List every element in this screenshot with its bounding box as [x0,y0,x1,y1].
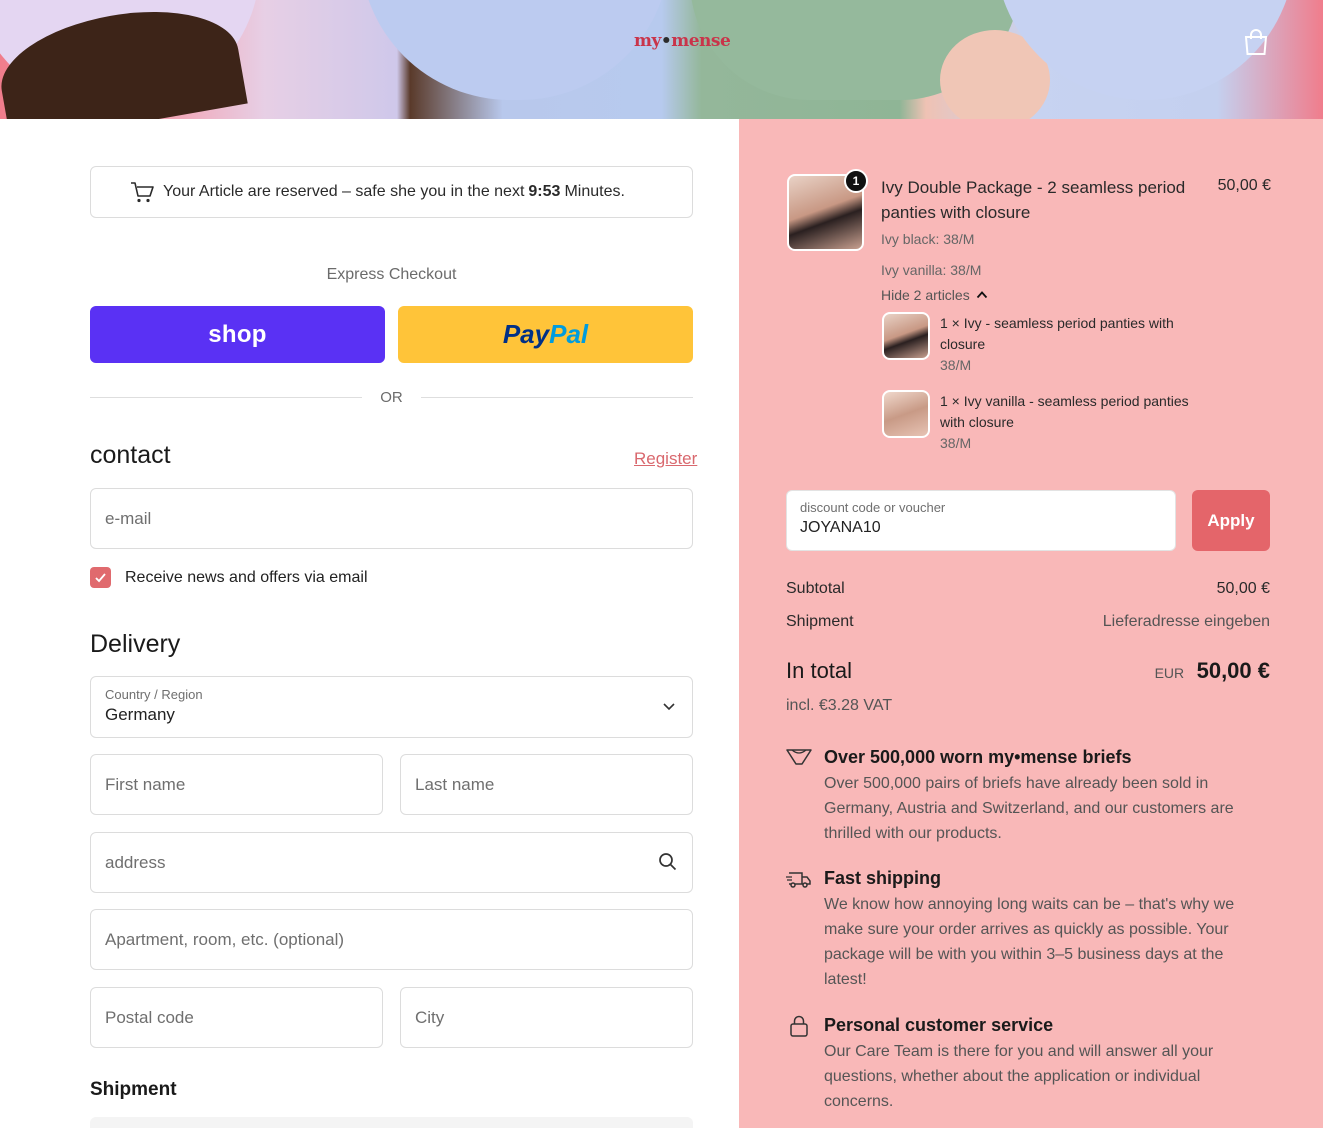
apartment-input[interactable] [91,910,692,969]
feature-text: We know how annoying long waits can be –… [824,896,1235,988]
sub-item-title: 1 × Ivy vanilla - seamless period pantie… [940,393,1189,430]
shipment-title: Shipment [90,1079,177,1100]
reservation-time: 9:53 [528,183,561,200]
hide-articles-toggle[interactable]: Hide 2 articles [881,287,988,303]
apply-button[interactable]: Apply [1192,490,1270,551]
header-banner: my•mense [0,0,1323,119]
feature-title: Over 500,000 worn my•mense briefs [824,747,1132,767]
feature-item: Personal customer service Our Care Team … [786,1015,1270,1114]
search-icon[interactable] [658,852,678,872]
sub-item-thumbnail [882,312,930,360]
subtotal-label: Subtotal [786,580,845,597]
vat-note: incl. €3.28 VAT [786,697,893,714]
feature-title: Personal customer service [824,1015,1054,1035]
newsletter-checkbox[interactable] [90,567,111,588]
email-input[interactable] [91,489,692,548]
feature-text: Over 500,000 pairs of briefs have alread… [824,775,1234,842]
or-label: OR [380,388,403,406]
sub-item: 1 × Ivy vanilla - seamless period pantie… [940,391,1210,454]
city-field[interactable] [400,987,693,1048]
country-label: Country / Region [105,687,203,702]
total-row: In total EUR 50,00 € [786,658,1270,684]
feature-item: Fast shipping We know how annoying long … [786,868,1270,992]
or-divider: OR [90,387,693,407]
shipment-value: Lieferadresse eingeben [1102,613,1270,630]
shipment-label: Shipment [786,613,854,630]
lock-icon [790,1015,808,1037]
postal-code-field[interactable] [90,987,383,1048]
discount-label: discount code or voucher [800,500,946,515]
divider-line [90,396,363,398]
paypal-button[interactable]: Pay Pal [398,306,693,363]
address-field[interactable] [90,832,693,893]
product-variant: Ivy black: 38/M [881,231,975,247]
product-price: 50,00 € [1217,177,1271,194]
last-name-field[interactable] [400,754,693,815]
register-link[interactable]: Register [634,449,697,469]
delivery-title: Delivery [90,630,181,658]
reservation-timer: Your Article are reserved – safe she you… [90,166,693,218]
product-variant: Ivy vanilla: 38/M [881,262,982,278]
sub-item-size: 38/M [940,435,972,451]
product-title: Ivy Double Package - 2 seamless period p… [881,178,1186,222]
shipment-options[interactable] [90,1117,693,1128]
shipment-row: Shipment Lieferadresse eingeben [786,613,1270,631]
brand-logo[interactable]: my•mense [634,31,731,51]
quantity-badge: 1 [844,169,868,193]
postal-code-input[interactable] [91,988,382,1047]
briefs-icon [786,749,812,765]
express-checkout-label: Express Checkout [326,266,457,283]
last-name-input[interactable] [401,755,692,814]
country-select[interactable]: Country / Region Germany [90,676,693,738]
discount-value[interactable]: JOYANA10 [800,519,1162,537]
discount-code-field[interactable]: discount code or voucher JOYANA10 [786,490,1176,551]
hide-articles-label: Hide 2 articles [881,287,970,303]
apartment-field[interactable] [90,909,693,970]
subtotal-value: 50,00 € [1216,580,1270,597]
paypal-logo-pal: Pal [549,319,589,349]
country-value: Germany [105,705,175,724]
chevron-down-icon [663,703,675,711]
shop-pay-button[interactable]: shop [90,306,385,363]
first-name-input[interactable] [91,755,382,814]
feature-title: Fast shipping [824,868,941,888]
newsletter-label: Receive news and offers via email [125,568,368,586]
newsletter-option[interactable]: Receive news and offers via email [90,567,368,588]
shopping-bag-icon[interactable] [1243,28,1269,56]
order-summary: 1 Ivy Double Package - 2 seamless period… [739,119,1323,1128]
chevron-up-icon [976,291,987,299]
paypal-logo-pay: Pay [502,319,550,349]
divider-line [420,396,693,398]
total-label: In total [786,658,853,683]
sub-item-title: 1 × Ivy - seamless period panties with c… [940,315,1174,352]
email-field[interactable] [90,488,693,549]
reservation-text-end: Minutes. [564,183,625,200]
sub-item-size: 38/M [940,357,972,373]
cart-icon [131,182,154,203]
city-input[interactable] [401,988,692,1047]
banner-model-image-3 [360,0,670,100]
sub-item: 1 × Ivy - seamless period panties with c… [940,313,1210,376]
subtotal-row: Subtotal 50,00 € [786,580,1270,598]
first-name-field[interactable] [90,754,383,815]
feature-item: Over 500,000 worn my•mense briefs Over 5… [786,747,1270,846]
total-value: 50,00 € [1196,658,1270,683]
address-input[interactable] [91,833,692,892]
sub-item-thumbnail [882,390,930,438]
checkmark-icon [95,573,106,583]
contact-title: contact [90,441,171,469]
total-currency: EUR [1154,665,1185,681]
feature-text: Our Care Team is there for you and will … [824,1043,1214,1110]
reservation-text: Your Article are reserved – safe she you… [163,183,525,200]
checkout-form: Your Article are reserved – safe she you… [0,119,739,1128]
delivery-truck-icon [786,872,811,888]
